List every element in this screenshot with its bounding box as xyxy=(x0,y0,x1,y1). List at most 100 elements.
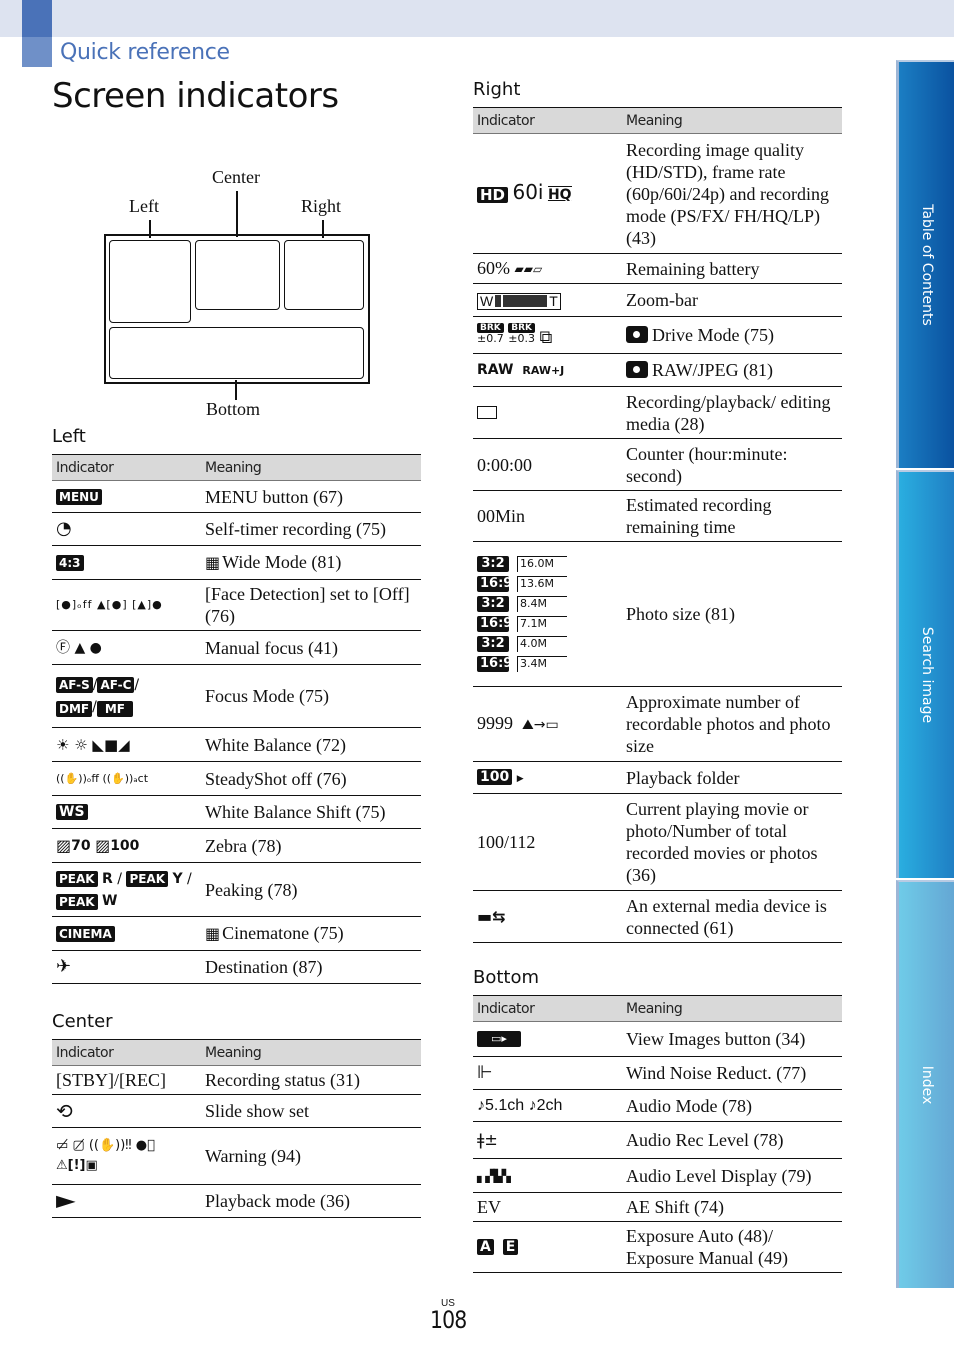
table-row: BRK ±0.7 BRK ±0.3 ⧉ Drive Mode (75) xyxy=(473,316,842,354)
view-images-button-icon: ▭▸ xyxy=(477,1031,521,1047)
table-row: CINEMA ▦ Cinematone (75) xyxy=(52,916,421,951)
column-header-indicator: Indicator xyxy=(52,454,201,481)
left-indicators-table: Indicator Meaning MENU MENU button (67) ◔ S… xyxy=(52,454,421,984)
center-section-title: Center xyxy=(52,1011,113,1032)
media-card-icon xyxy=(477,406,497,419)
wind-noise-icon: ⊩ xyxy=(477,1062,493,1083)
diagram-left-area xyxy=(109,240,191,323)
photo-size-value: 7.1M xyxy=(517,616,567,632)
bottom-section-title: Bottom xyxy=(473,967,540,988)
table-row: AF-S / AF-C / DMF / MF Focus Mode (75) xyxy=(52,664,421,728)
table-row: W T Zoom-bar xyxy=(473,283,842,317)
table-row: ▭̸ ▢̸ ((✋))‼ ●⃠ ⚠[!]▣ Warning (94) xyxy=(52,1127,421,1185)
zoom-bar-icon: WT xyxy=(477,293,561,310)
steadyshot-off-icon: ((✋))ₒff ((✋))ₐct xyxy=(56,771,149,785)
aspect-ratio-badge: 16:9 xyxy=(477,616,512,632)
film-icon: ▦ xyxy=(205,553,221,573)
table-row: [STBY]/[REC] Recording status (31) xyxy=(52,1065,421,1095)
white-balance-shift-icon: WS xyxy=(56,804,88,820)
photo-size-value: 8.4M xyxy=(517,596,567,612)
center-indicators-table: Indicator Meaning [STBY]/[REC] Recording s… xyxy=(52,1039,421,1218)
table-row: WS White Balance Shift (75) xyxy=(52,795,421,829)
exposure-icon: A E xyxy=(473,1221,622,1273)
diagram-label-left: Left xyxy=(129,196,159,216)
table-row: MENU MENU button (67) xyxy=(52,480,421,513)
table-row: ♪5.1ch ♪2ch Audio Mode (78) xyxy=(473,1089,842,1122)
diagram-center-area xyxy=(195,240,280,310)
page-title: Screen indicators xyxy=(52,76,339,116)
aspect-ratio-badge: 3:2 xyxy=(477,636,509,652)
table-row: 100 ▶ Playback folder xyxy=(473,761,842,794)
peaking-icon: PEAK R / PEAK Y / PEAK W xyxy=(52,862,201,917)
manual-focus-icon: Ⓕ ▲ ● xyxy=(56,639,102,656)
table-row: ✈ Destination (87) xyxy=(52,950,421,984)
cinema-icon: CINEMA xyxy=(56,925,115,942)
table-row: 4:3 ▦ Wide Mode (81) xyxy=(52,545,421,580)
slide-show-icon: ⟲ xyxy=(56,1099,73,1123)
aspect-ratio-badge: 16:9 xyxy=(477,656,512,672)
header-accent xyxy=(22,0,52,37)
table-row: ▭▸ View Images button (34) xyxy=(473,1021,842,1057)
tab-search-image[interactable]: Search image xyxy=(896,470,954,878)
column-header-meaning: Meaning xyxy=(201,454,421,481)
table-row: ▬⇆ An external media device is connected … xyxy=(473,890,842,943)
destination-icon: ✈ xyxy=(56,956,72,977)
table-row: EV AE Shift (74) xyxy=(473,1192,842,1222)
table-row: 9999 ⛰→▭ Approximate number of recordable… xyxy=(473,686,842,762)
table-row: A E Exposure Auto (48)/ Exposure Manual (… xyxy=(473,1221,842,1273)
audio-level-display-icon: ▖▞▙▚ xyxy=(477,1168,511,1183)
left-section-title: Left xyxy=(52,426,86,447)
playback-folder-icon: 100 xyxy=(477,768,513,785)
header-accent-lower xyxy=(22,37,52,67)
focus-mode-icon: AF-S / AF-C / DMF / MF xyxy=(52,664,201,728)
wide-mode-icon: 4:3 xyxy=(56,554,84,571)
photo-size-icon: 3:2 16.0M 16:9 13.6M 3:2 8.4M 16:9 7.1M 3:2 4.0M 1… xyxy=(473,541,622,687)
bottom-indicators-table: Indicator Meaning ▭▸ View Images button (3… xyxy=(473,995,842,1273)
table-row: 0:00:00 Counter (hour:minute: second) xyxy=(473,438,842,491)
photo-size-value: 13.6M xyxy=(517,576,567,592)
table-row: PEAK R / PEAK Y / PEAK W Peaking (78) xyxy=(52,862,421,917)
raw-jpeg-icon: RAW RAW+J xyxy=(473,353,622,387)
camera-icon xyxy=(626,326,648,343)
aspect-ratio-badge: 16:9 xyxy=(477,576,512,592)
face-detection-icon: [●]ₒff ▲[●] [▲]● xyxy=(56,598,163,611)
diagram-bottom-area xyxy=(109,327,364,379)
table-row: 100/112 Current playing movie or photo/Nu… xyxy=(473,793,842,891)
diagram-right-area xyxy=(284,240,364,310)
diagram-label-center: Center xyxy=(212,167,260,187)
battery-icon: ▰▰▱ xyxy=(514,262,543,277)
audio-mode-icon: ♪5.1ch ♪2ch xyxy=(477,1096,563,1114)
drive-mode-icon: BRK ±0.7 BRK ±0.3 ⧉ xyxy=(473,316,622,354)
camera-icon xyxy=(626,361,648,378)
right-indicators-table: Indicator Meaning HD 60i HQ Recording imag… xyxy=(473,107,842,943)
recordable-photos-icon: ⛰→▭ xyxy=(522,716,559,733)
white-balance-icon: ☀ ☼ ◣■◢ xyxy=(56,735,130,754)
self-timer-icon: ◔ xyxy=(56,518,72,539)
header-band xyxy=(0,0,954,37)
table-row: ⊩ Wind Noise Reduct. (77) xyxy=(473,1056,842,1090)
table-row: 00Min Estimated recording remaining time xyxy=(473,490,842,542)
table-row: Ⓕ ▲ ● Manual focus (41) xyxy=(52,630,421,665)
photo-size-value: 4.0M xyxy=(517,636,567,652)
image-quality-icon: HD 60i HQ xyxy=(473,133,622,254)
table-row: ▖▞▙▚ Audio Level Display (79) xyxy=(473,1158,842,1193)
table-row: ▨70 ▨100 Zebra (78) xyxy=(52,828,421,863)
film-icon: ▦ xyxy=(205,924,221,944)
photo-size-value: 16.0M xyxy=(517,556,567,572)
table-row: ((✋))ₒff ((✋))ₐct SteadyShot off (76) xyxy=(52,761,421,796)
table-row: ⟲ Slide show set xyxy=(52,1094,421,1128)
screen-layout-diagram: Center Left Right Bottom xyxy=(100,165,380,425)
page-number: 108 xyxy=(430,1306,467,1334)
menu-icon: MENU xyxy=(56,488,102,505)
aspect-ratio-badge: 3:2 xyxy=(477,556,509,572)
aspect-ratio-badge: 3:2 xyxy=(477,596,509,612)
tab-index[interactable]: Index xyxy=(896,880,954,1288)
usb-media-icon: ▬⇆ xyxy=(477,906,506,926)
tab-table-of-contents[interactable]: Table of Contents xyxy=(896,60,954,468)
table-row: ǂ± Audio Rec Level (78) xyxy=(473,1121,842,1159)
table-row: [●]ₒff ▲[●] [▲]● [Face Detection] set to … xyxy=(52,579,421,631)
zebra-icon: ▨70 ▨100 xyxy=(52,828,201,863)
diagram-label-bottom: Bottom xyxy=(206,399,261,419)
diagram-label-right: Right xyxy=(301,196,342,216)
table-row: ◔ Self-timer recording (75) xyxy=(52,512,421,546)
